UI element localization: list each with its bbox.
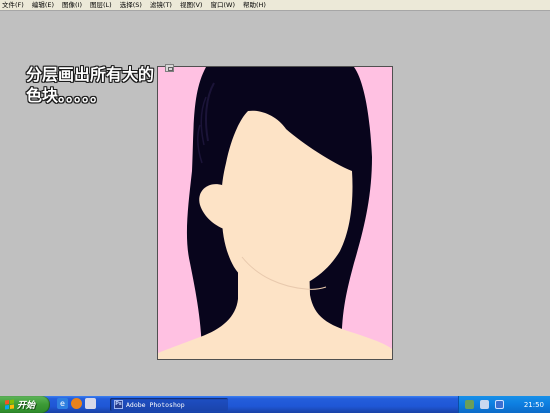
menu-layer[interactable]: 图层(L) [90, 0, 112, 11]
firefox-icon[interactable] [71, 398, 82, 409]
annotation-caption: 分层画出所有大的 色块。。。。。 [26, 64, 176, 106]
menu-view[interactable]: 视图(V) [180, 0, 203, 11]
language-icon[interactable] [495, 400, 504, 409]
start-label: 开始 [17, 401, 36, 411]
ie-icon[interactable]: e [57, 398, 68, 409]
quick-launch: e [57, 398, 96, 411]
menu-help[interactable]: 帮助(H) [243, 0, 266, 11]
illustration [158, 67, 392, 359]
menu-filter[interactable]: 滤镜(T) [150, 0, 172, 11]
menu-edit[interactable]: 编辑(E) [32, 0, 54, 11]
network-icon[interactable] [465, 400, 474, 409]
start-button[interactable]: 开始 [0, 396, 50, 413]
caption-line-1: 分层画出所有大的 [26, 65, 155, 84]
taskbar-photoshop-label: Adobe Photoshop [126, 400, 185, 409]
media-player-icon[interactable] [85, 398, 96, 409]
menu-bar: 文件(F) 编辑(E) 图像(I) 图层(L) 选择(S) 滤镜(T) 视图(V… [0, 0, 550, 11]
volume-icon[interactable] [480, 400, 489, 409]
document-canvas[interactable] [157, 66, 393, 360]
photoshop-icon: Ps [114, 400, 123, 409]
menu-select[interactable]: 选择(S) [120, 0, 142, 11]
taskbar-photoshop-button[interactable]: Ps Adobe Photoshop [110, 398, 228, 411]
menu-image[interactable]: 图像(I) [62, 0, 82, 11]
clock: 21:50 [523, 400, 544, 409]
taskbar: 开始 e Ps Adobe Photoshop 21:50 [0, 396, 550, 413]
caption-line-2: 色块。。。。。 [26, 86, 107, 105]
system-tray: 21:50 [458, 396, 550, 413]
windows-logo-icon [5, 399, 14, 410]
menu-window[interactable]: 窗口(W) [210, 0, 235, 11]
menu-file[interactable]: 文件(F) [2, 0, 24, 11]
